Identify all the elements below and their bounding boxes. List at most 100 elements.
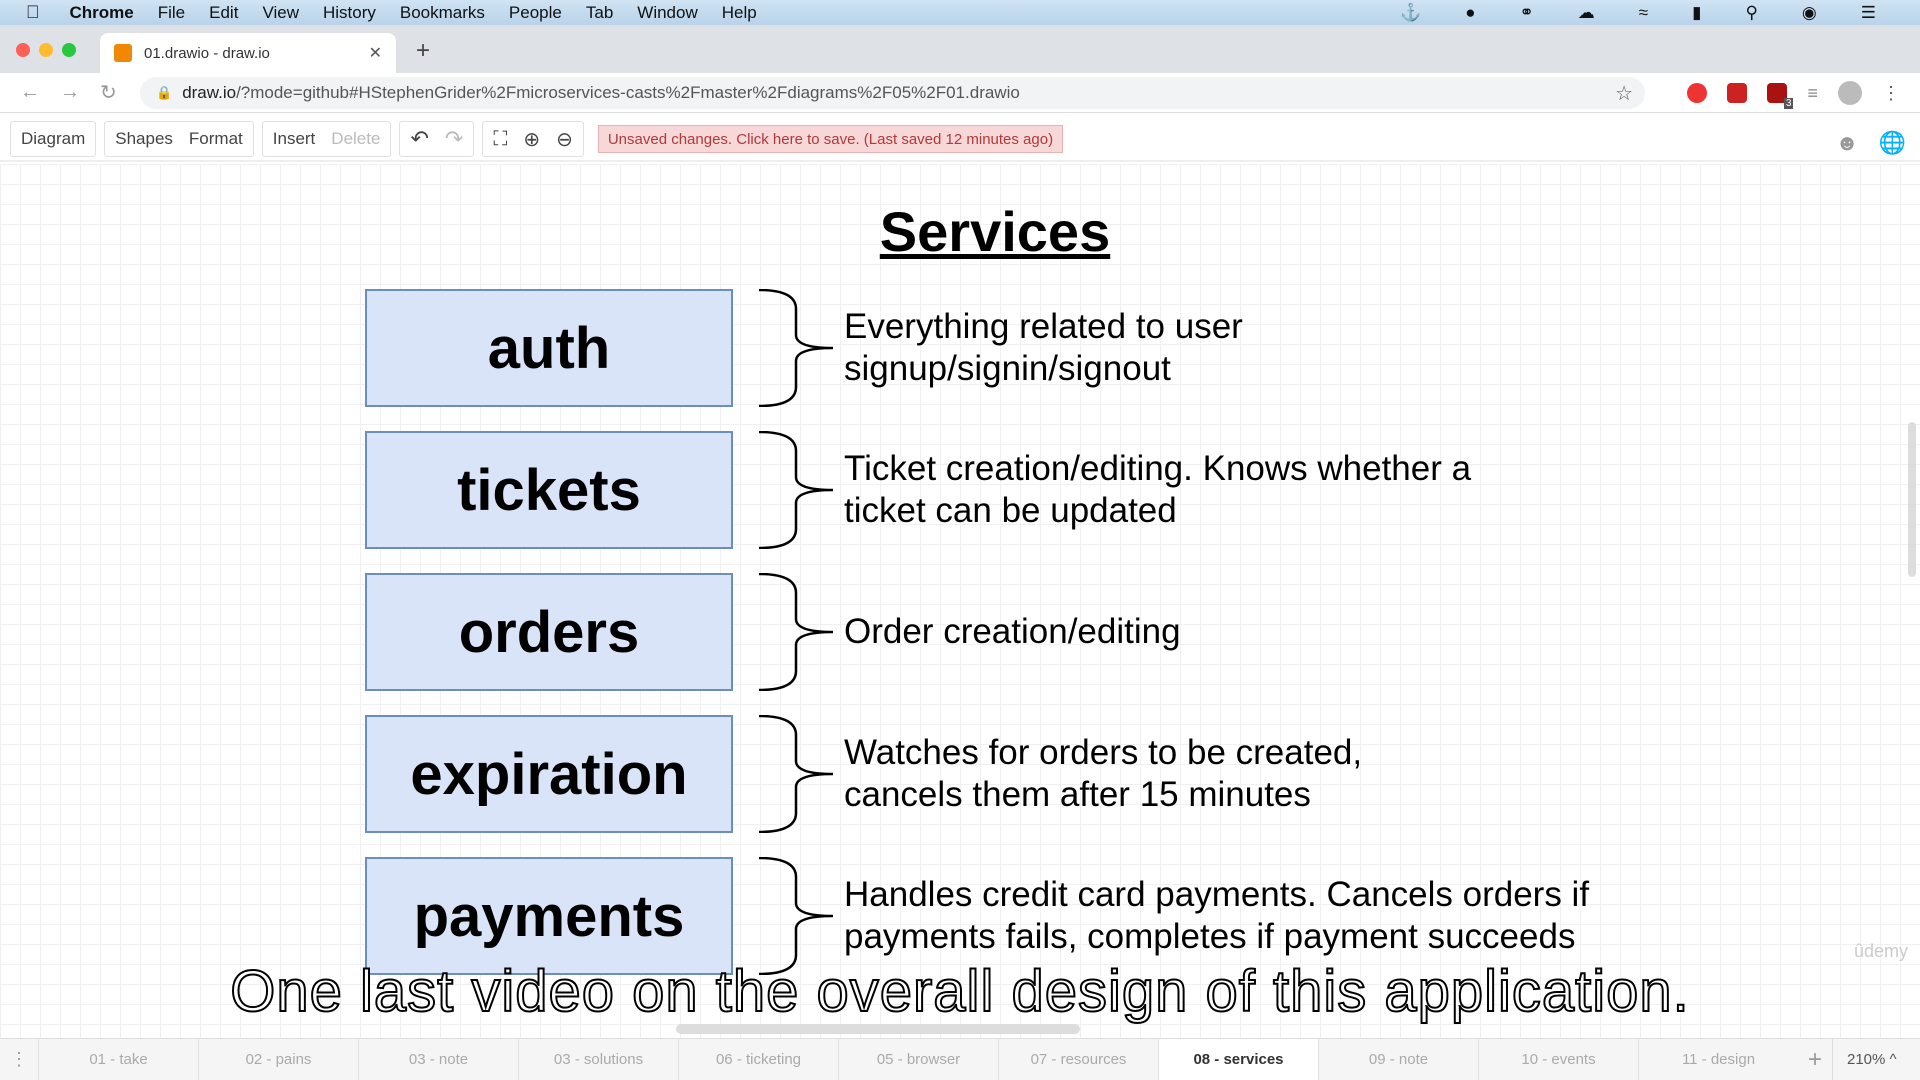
url-path: /?mode=github#HStephenGrider%2Fmicroserv… [236,83,1020,102]
browser-tab[interactable]: 01.drawio - draw.io ✕ [100,33,396,73]
menu-help[interactable]: Help [722,3,757,23]
unsaved-changes-banner[interactable]: Unsaved changes. Click here to save. (La… [597,125,1064,153]
lock-icon: 🔒 [156,85,173,100]
wifi-icon[interactable]: ≈ [1639,3,1648,23]
menu-file[interactable]: File [158,3,185,23]
siri-icon[interactable]: ◉ [1802,3,1817,23]
insert-button[interactable]: Insert [273,129,316,149]
add-page-button[interactable]: + [1798,1046,1832,1074]
redo-icon[interactable]: ↷ [445,126,463,152]
page-tab[interactable]: 03 - note [358,1039,518,1080]
drawio-toolbar: Diagram Shapes Format Insert Delete ↶ ↷ ⛶ ⊕ ⊖… [0,118,1920,162]
description-line: Order creation/editing [844,612,1181,651]
curly-brace[interactable] [758,573,838,691]
docker-icon[interactable]: ⚓ [1400,3,1421,23]
curly-brace[interactable] [758,715,838,833]
page-tab[interactable]: 07 - resources [998,1039,1158,1080]
notification-center-icon[interactable]: ☰ [1861,3,1876,23]
curly-brace[interactable] [758,289,838,407]
format-button[interactable]: Format [189,129,243,149]
zoom-value: 210% [1847,1051,1886,1068]
description-line: Watches for orders to be created, [844,733,1363,772]
menu-view[interactable]: View [262,3,299,23]
extensions: 3 ≡ ⋮ [1687,81,1900,109]
page-tab[interactable]: 08 - services [1158,1039,1318,1080]
shapes-button[interactable]: Shapes [115,129,173,149]
app-icon[interactable]: ● [1465,3,1475,23]
service-box-tickets[interactable]: tickets [365,431,733,549]
minimize-window-button[interactable] [39,43,53,57]
forward-icon[interactable]: → [60,81,80,104]
close-tab-icon[interactable]: ✕ [369,43,382,63]
new-tab-button[interactable]: + [416,37,430,65]
menu-people[interactable]: People [509,3,562,23]
reader-icon[interactable]: ≡ [1807,83,1818,104]
page-tab[interactable]: 06 - ticketing [678,1039,838,1080]
window-controls [16,43,76,57]
delete-button[interactable]: Delete [331,129,380,149]
page-tab[interactable]: 11 - design [1638,1039,1798,1080]
menu-bookmarks[interactable]: Bookmarks [400,3,485,23]
diagram-title[interactable]: Services [0,200,1920,264]
battery-icon[interactable]: ▮ [1692,3,1701,23]
glasses-icon[interactable]: ⚭ [1520,3,1534,23]
page-tab[interactable]: 01 - take [38,1039,198,1080]
chrome-menu-icon[interactable]: ⋮ [1882,83,1900,104]
service-description[interactable]: Everything related to user signup/signin/… [844,289,1243,407]
tab-title: 01.drawio - draw.io [144,44,270,62]
page-tab[interactable]: 03 - solutions [518,1039,678,1080]
menu-history[interactable]: History [323,3,376,23]
address-bar-row: ← → ↻ 🔒 draw.io /?mode=github#HStephenGr… [0,73,1920,113]
profile-avatar[interactable] [1838,81,1862,105]
fit-window-icon[interactable]: ⛶ [493,128,507,151]
ublock-extension-icon[interactable]: 3 [1767,83,1794,109]
zoom-out-icon[interactable]: ⊖ [556,127,573,152]
description-line: signup/signin/signout [844,349,1171,388]
page-tab[interactable]: 09 - note [1318,1039,1478,1080]
undo-icon[interactable]: ↶ [410,126,428,152]
service-description[interactable]: Order creation/editing [844,573,1181,691]
cloud-icon[interactable]: ☁ [1578,3,1595,23]
zoom-in-icon[interactable]: ⊕ [523,127,540,152]
pages-menu-icon[interactable]: ⋮ [0,1049,38,1070]
page-tab[interactable]: 10 - events [1478,1039,1638,1080]
page-tabs: ⋮ 01 - take 02 - pains 03 - note 03 - solut… [0,1038,1920,1080]
spotlight-search-icon[interactable]: ⚲ [1745,3,1757,23]
description-line: ticket can be updated [844,491,1177,530]
service-box-auth[interactable]: auth [365,289,733,407]
description-line: cancels them after 15 minutes [844,775,1311,814]
bookmark-star-icon[interactable]: ☆ [1615,81,1633,106]
reload-icon[interactable]: ↻ [100,80,120,105]
user-icon[interactable]: ☻ [1835,130,1858,156]
close-window-button[interactable] [16,43,30,57]
service-description[interactable]: Watches for orders to be created, cancels… [844,715,1362,833]
opera-extension-icon[interactable] [1687,83,1708,103]
service-box-expiration[interactable]: expiration [365,715,733,833]
url-input[interactable]: 🔒 draw.io /?mode=github#HStephenGrider%2… [140,77,1645,109]
language-globe-icon[interactable]: 🌐 [1879,130,1906,156]
maximize-window-button[interactable] [62,43,76,57]
url-host: draw.io [182,83,237,102]
diagram-canvas[interactable]: Services auth Everything related to user s… [0,164,1920,1038]
description-line: Everything related to user [844,307,1243,346]
page-tab[interactable]: 05 - browser [838,1039,998,1080]
menu-app[interactable]: Chrome [70,3,134,23]
service-description[interactable]: Ticket creation/editing. Knows whether a… [844,431,1471,549]
menu-tab[interactable]: Tab [586,3,613,23]
curly-brace[interactable] [758,431,838,549]
description-line: Ticket creation/editing. Knows whether a [844,449,1472,488]
status-tray: ⚓ ● ⚭ ☁ ≈ ▮ ⚲ ◉ ☰ [1400,0,1900,25]
extension-icon[interactable] [1727,83,1748,103]
apple-icon[interactable]:  [26,2,40,23]
menu-edit[interactable]: Edit [209,3,238,23]
diagram-menu-button[interactable]: Diagram [21,129,85,149]
back-icon[interactable]: ← [20,81,40,104]
video-subtitle: One last video on the overall design of … [229,958,1690,1025]
macos-menubar:  Chrome File Edit View History Bookmark… [0,0,1920,25]
menu-window[interactable]: Window [637,3,697,23]
zoom-level[interactable]: 210% ^ [1832,1039,1897,1080]
service-box-orders[interactable]: orders [365,573,733,691]
browser-tab-bar: 01.drawio - draw.io ✕ + [0,25,1920,73]
vertical-scrollbar[interactable] [1908,422,1916,577]
page-tab[interactable]: 02 - pains [198,1039,358,1080]
